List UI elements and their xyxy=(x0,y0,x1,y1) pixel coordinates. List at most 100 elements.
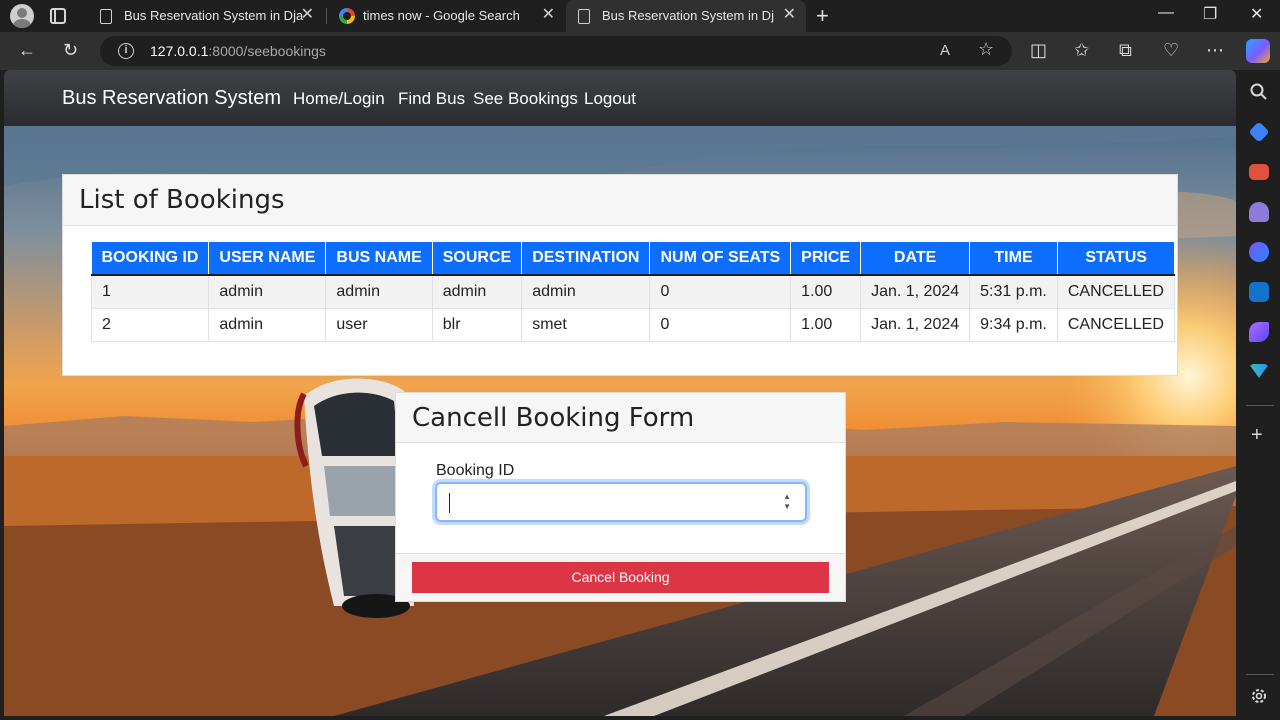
column-header: NUM OF SEATS xyxy=(649,242,792,276)
outlook-icon[interactable] xyxy=(1249,282,1269,302)
table-header-row: BOOKING ID USER NAME BUS NAME SOURCE DES… xyxy=(91,242,1175,276)
copilot-icon[interactable] xyxy=(1246,39,1270,63)
cell-status: CANCELLED xyxy=(1056,274,1175,309)
text-caret xyxy=(449,493,450,513)
tab-title: Bus Reservation System in Djang xyxy=(602,8,774,23)
url-text[interactable]: 127.0.0.1:8000/seebookings xyxy=(150,43,326,59)
page-viewport: Bus Reservation System Home/Login Find B… xyxy=(4,70,1236,716)
google-icon xyxy=(339,8,355,24)
bookings-table: BOOKING ID USER NAME BUS NAME SOURCE DES… xyxy=(90,242,1175,342)
page-icon xyxy=(578,9,590,24)
column-header: TIME xyxy=(969,242,1058,276)
nav-find-bus[interactable]: Find Bus xyxy=(398,89,465,109)
cell-time: 9:34 p.m. xyxy=(969,307,1058,342)
cell-user-name: admin xyxy=(208,274,327,309)
column-header: SOURCE xyxy=(432,242,523,276)
cell-booking-id: 1 xyxy=(90,274,210,309)
tools-briefcase-icon[interactable] xyxy=(1249,164,1269,180)
column-header: PRICE xyxy=(790,242,862,276)
table-row: 1 admin admin admin admin 0 1.00 Jan. 1,… xyxy=(90,274,1175,309)
background-photo: List of Bookings BOOKING ID USER NAME BU… xyxy=(4,126,1236,716)
cell-time: 5:31 p.m. xyxy=(969,274,1058,309)
spin-up-icon[interactable]: ▲ xyxy=(783,492,791,502)
cell-bus-name: user xyxy=(325,307,433,342)
cancel-card-header: Cancell Booking Form xyxy=(396,393,845,443)
close-tab-icon[interactable]: ✕ xyxy=(783,6,796,24)
games-chess-icon[interactable] xyxy=(1249,202,1269,222)
cell-source: admin xyxy=(431,274,523,309)
back-icon[interactable]: ← xyxy=(18,40,36,60)
url-host: 127.0.0.1 xyxy=(150,43,209,59)
tab-actions-icon[interactable] xyxy=(50,8,66,24)
browser-essentials-icon[interactable]: ♡ xyxy=(1163,40,1179,60)
sidebar-settings-gear-icon[interactable] xyxy=(1249,686,1269,706)
search-icon[interactable] xyxy=(1249,82,1269,102)
cell-destination: smet xyxy=(521,307,651,342)
cell-destination: admin xyxy=(521,274,651,309)
column-header: USER NAME xyxy=(208,242,327,276)
cell-num-seats: 0 xyxy=(649,307,792,342)
column-header: BOOKING ID xyxy=(91,242,210,276)
cell-num-seats: 0 xyxy=(649,274,792,309)
drop-icon[interactable] xyxy=(1249,364,1269,378)
profile-avatar-icon[interactable] xyxy=(10,4,34,28)
cancel-form-title: Cancell Booking Form xyxy=(412,403,695,433)
designer-icon[interactable] xyxy=(1249,322,1269,342)
add-sidebar-app-icon[interactable]: + xyxy=(1251,424,1263,447)
url-path: :8000/seebookings xyxy=(208,43,326,59)
column-header: DESTINATION xyxy=(521,242,651,276)
tab-title: Bus Reservation System in Djang xyxy=(124,8,304,23)
cell-source: blr xyxy=(431,307,523,342)
browser-tab-2[interactable]: times now - Google Search ✕ xyxy=(327,0,565,32)
new-tab-button[interactable]: + xyxy=(816,3,829,29)
microsoft-365-icon[interactable] xyxy=(1249,242,1269,262)
browser-tab-3-active[interactable]: Bus Reservation System in Djang ✕ xyxy=(566,0,806,32)
column-header: STATUS xyxy=(1057,242,1175,276)
more-menu-icon[interactable]: ⋯ xyxy=(1206,40,1224,60)
column-header: DATE xyxy=(860,242,971,276)
cell-price: 1.00 xyxy=(790,274,862,309)
sidebar-divider xyxy=(1246,405,1274,406)
restore-button[interactable]: ❐ xyxy=(1203,4,1217,24)
cell-booking-id: 2 xyxy=(90,307,210,342)
site-info-icon[interactable]: i xyxy=(118,43,134,59)
split-screen-icon[interactable]: ◫ xyxy=(1030,40,1047,60)
booking-id-input[interactable]: ▲ ▼ xyxy=(435,482,807,522)
bookings-card: List of Bookings BOOKING ID USER NAME BU… xyxy=(62,174,1178,376)
cancel-card-footer: Cancel Booking xyxy=(396,553,845,601)
number-spinner[interactable]: ▲ ▼ xyxy=(783,492,791,512)
read-aloud-icon[interactable]: A xyxy=(940,42,950,59)
close-tab-icon[interactable]: ✕ xyxy=(542,6,555,24)
booking-id-label: Booking ID xyxy=(436,462,515,479)
nav-home-login[interactable]: Home/Login xyxy=(293,89,385,109)
site-brand[interactable]: Bus Reservation System xyxy=(62,87,281,110)
favorite-star-icon[interactable]: ☆ xyxy=(978,39,994,60)
favorites-icon[interactable]: ✩ xyxy=(1074,40,1089,60)
column-header: BUS NAME xyxy=(325,242,433,276)
sidebar-divider xyxy=(1246,674,1274,675)
close-tab-icon[interactable]: ✕ xyxy=(301,6,314,24)
address-bar[interactable]: i 127.0.0.1:8000/seebookings A ☆ xyxy=(100,36,1012,66)
nav-logout[interactable]: Logout xyxy=(584,89,636,109)
spin-down-icon[interactable]: ▼ xyxy=(783,502,791,512)
shopping-tag-icon[interactable] xyxy=(1248,121,1270,143)
nav-see-bookings[interactable]: See Bookings xyxy=(473,89,578,109)
browser-toolbar: ← ↻ i 127.0.0.1:8000/seebookings A ☆ ◫ ✩… xyxy=(0,32,1280,70)
minimize-button[interactable]: — xyxy=(1158,4,1174,22)
cell-user-name: admin xyxy=(208,307,327,342)
close-window-button[interactable]: ✕ xyxy=(1250,4,1263,24)
tab-title: times now - Google Search xyxy=(363,8,520,23)
cancel-booking-card: Cancell Booking Form Booking ID ▲ ▼ Canc… xyxy=(395,392,846,602)
cell-status: CANCELLED xyxy=(1056,307,1175,342)
bookings-title: List of Bookings xyxy=(79,185,285,215)
cancel-booking-button[interactable]: Cancel Booking xyxy=(412,562,829,593)
table-row: 2 admin user blr smet 0 1.00 Jan. 1, 202… xyxy=(90,307,1175,342)
collections-icon[interactable]: ⧉ xyxy=(1119,40,1132,60)
browser-sidebar: + xyxy=(1240,70,1280,720)
reload-icon[interactable]: ↻ xyxy=(63,40,78,60)
page-icon xyxy=(100,9,112,24)
site-navbar: Bus Reservation System Home/Login Find B… xyxy=(4,70,1236,126)
browser-tab-1[interactable]: Bus Reservation System in Djang ✕ xyxy=(88,0,324,32)
cell-bus-name: admin xyxy=(325,274,433,309)
bookings-card-header: List of Bookings xyxy=(63,175,1177,226)
